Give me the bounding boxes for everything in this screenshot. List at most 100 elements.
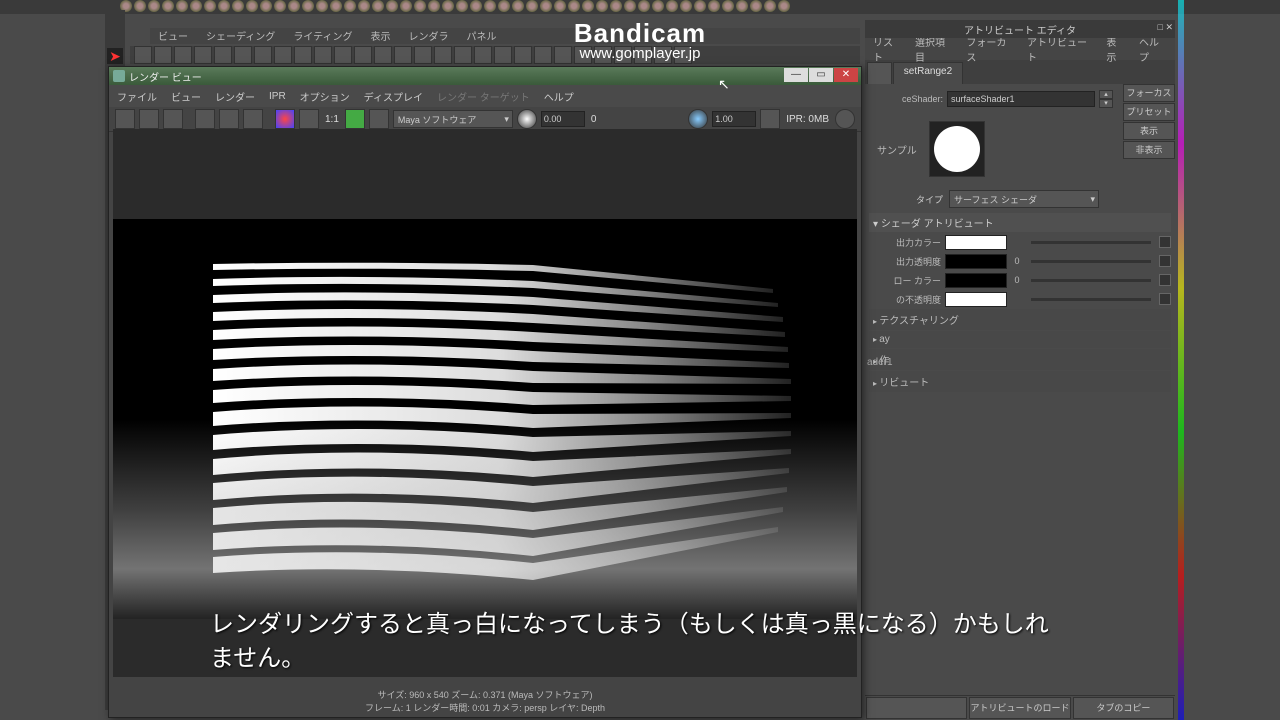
exposure-input[interactable] [541,111,585,127]
render-button[interactable] [115,109,135,129]
viewport-toolbar-button[interactable] [514,46,532,64]
viewport-toolbar-button[interactable] [594,46,612,64]
attr-slider[interactable] [1031,260,1151,263]
rv-menu-help[interactable]: ヘルプ [544,89,574,104]
pause-button[interactable] [760,109,780,129]
rv-menu-item[interactable]: ファイル [117,89,157,104]
material-swatch[interactable] [929,121,985,177]
ae-footer[interactable]: アトリビュートのロードタブのコピー [865,695,1175,720]
shelf-icon[interactable] [470,0,482,12]
ae-tabs[interactable]: setRange2 [865,60,1175,84]
map-button[interactable] [1159,236,1171,248]
shelf-icon[interactable] [344,0,356,12]
shelf-icon[interactable] [554,0,566,12]
select-tool[interactable]: ➤ [107,48,123,64]
shelf-icon[interactable] [652,0,664,12]
shelf-icon[interactable] [764,0,776,12]
ae-footer-button[interactable]: タブのコピー [1073,697,1174,719]
shelf-icon[interactable] [512,0,524,12]
attr-slider[interactable] [1031,241,1151,244]
exposure-icon[interactable] [517,109,537,129]
shelf-icon[interactable] [736,0,748,12]
viewport-toolbar-button[interactable] [654,46,672,64]
panel-menu-item[interactable]: シェーディング [206,28,275,44]
viewport-toolbar-button[interactable] [234,46,252,64]
viewport-toolbar-button[interactable] [274,46,292,64]
shelf-icon[interactable] [624,0,636,12]
ae-footer-button[interactable] [866,697,967,719]
ae-side-buttons[interactable]: フォーカスプリセット表示非表示 [1123,84,1175,160]
ae-menubar[interactable]: リスト選択項目フォーカスアトリビュート表示ヘルプ [865,38,1175,60]
shelf-icon[interactable] [568,0,580,12]
viewport-toolbar-button[interactable] [334,46,352,64]
node-link[interactable]: ader1 [867,357,893,368]
ipr-button[interactable] [139,109,159,129]
shelf-icon[interactable] [302,0,314,12]
shelf-icon[interactable] [428,0,440,12]
shelf-icon[interactable] [638,0,650,12]
refresh-button[interactable] [219,109,239,129]
color-swatch[interactable] [945,273,1007,288]
rv-menu-item[interactable]: IPR [269,91,286,102]
ae-tab-prev[interactable] [867,62,892,84]
shelf-icon[interactable] [596,0,608,12]
shelf-icon[interactable] [218,0,230,12]
color-swatch[interactable] [945,254,1007,269]
collapsible-section[interactable]: ay [869,331,1171,348]
keep-button[interactable] [243,109,263,129]
shader-name-input[interactable] [947,91,1095,107]
shelf-icon[interactable] [372,0,384,12]
shelf-icon[interactable] [750,0,762,12]
shelf-icon[interactable] [274,0,286,12]
rv-menu-item[interactable]: ディスプレイ [364,89,423,104]
viewport-toolbar-button[interactable] [314,46,332,64]
panel-menu-item[interactable]: ビュー [158,28,188,44]
shelf-icon[interactable] [162,0,174,12]
viewport-toolbar-button[interactable] [494,46,512,64]
viewport-toolbar-button[interactable] [474,46,492,64]
shelf-icon[interactable] [400,0,412,12]
maximize-button[interactable]: ▭ [809,68,833,82]
nav-up-icon[interactable]: ▴ [1099,90,1113,99]
ae-menu-item[interactable]: ヘルプ [1139,34,1167,64]
viewport-toolbar-button[interactable] [414,46,432,64]
gamma-icon[interactable] [688,109,708,129]
shelf-icon[interactable] [694,0,706,12]
panel-menu-item[interactable]: 表示 [371,28,391,44]
viewport-toolbar-button[interactable] [434,46,452,64]
shelf-icon[interactable] [330,0,342,12]
gamma-input[interactable] [712,111,756,127]
shelf-icon[interactable] [484,0,496,12]
shelf-icon[interactable] [442,0,454,12]
viewport-toolbar-button[interactable] [134,46,152,64]
render-canvas[interactable] [113,129,857,677]
shelf-icon[interactable] [582,0,594,12]
shelf-icon[interactable] [680,0,692,12]
collapsible-section[interactable]: 作 [869,349,1171,370]
rgb-button[interactable] [275,109,295,129]
map-button[interactable] [1159,274,1171,286]
shelf-icon[interactable] [708,0,720,12]
viewport-toolbar-button[interactable] [554,46,572,64]
rv-menu-item[interactable]: ビュー [171,89,201,104]
viewport-toolbar-button[interactable] [674,46,692,64]
ae-menu-item[interactable]: アトリビュート [1027,34,1092,64]
ae-menu-item[interactable]: フォーカス [966,34,1013,64]
option-b-button[interactable] [369,109,389,129]
attr-slider[interactable] [1031,298,1151,301]
viewport-toolbar-button[interactable] [614,46,632,64]
type-select[interactable]: サーフェス シェーダ [949,190,1099,208]
shelf-icon[interactable] [232,0,244,12]
viewport-menu[interactable]: ビューシェーディングライティング表示レンダラパネル [150,28,860,44]
shelf-icon[interactable] [316,0,328,12]
panel-menu-item[interactable]: パネル [467,28,497,44]
shelf-icon[interactable] [260,0,272,12]
shelf-icon[interactable] [148,0,160,12]
region-button[interactable] [163,109,183,129]
viewport-toolbar-button[interactable] [174,46,192,64]
color-swatch[interactable] [945,292,1007,307]
minimize-button[interactable]: — [784,68,808,82]
ae-menu-item[interactable]: 選択項目 [915,34,952,64]
shelf-icon[interactable] [190,0,202,12]
shelf-icon[interactable] [176,0,188,12]
